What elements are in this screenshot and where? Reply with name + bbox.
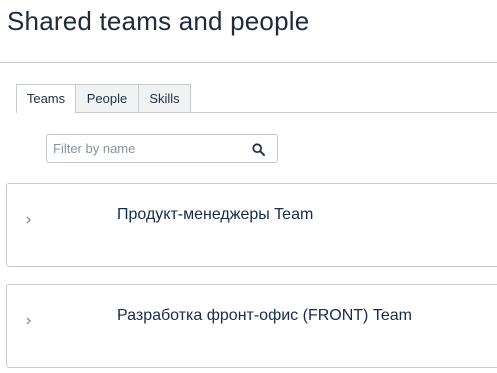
filter-input[interactable] bbox=[47, 135, 253, 162]
title-divider bbox=[0, 62, 497, 63]
tab-people[interactable]: People bbox=[75, 84, 139, 112]
team-card[interactable]: Продукт-менеджеры Team bbox=[6, 183, 497, 267]
filter-box bbox=[46, 134, 278, 163]
tab-bar-divider bbox=[16, 112, 497, 113]
team-name: Разработка фронт-офис (FRONT) Team bbox=[117, 307, 412, 324]
page-title: Shared teams and people bbox=[7, 6, 310, 36]
team-name: Продукт-менеджеры Team bbox=[117, 206, 314, 223]
chevron-right-icon[interactable] bbox=[25, 316, 33, 326]
chevron-right-icon[interactable] bbox=[25, 215, 33, 225]
team-card[interactable]: Разработка фронт-офис (FRONT) Team bbox=[6, 284, 497, 368]
tab-bar: Teams People Skills bbox=[16, 84, 497, 113]
search-icon[interactable] bbox=[252, 143, 265, 156]
tab-teams[interactable]: Teams bbox=[16, 84, 76, 113]
tab-skills[interactable]: Skills bbox=[138, 84, 191, 112]
